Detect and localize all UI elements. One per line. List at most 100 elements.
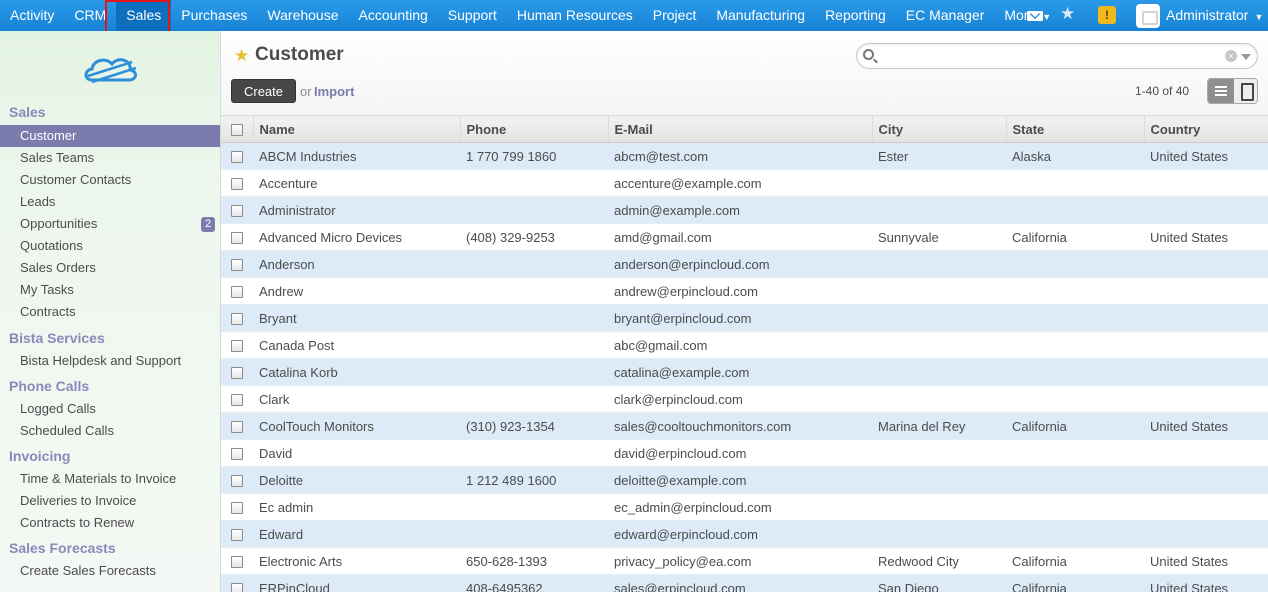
cell-e-mail: accenture@example.com — [608, 169, 872, 197]
table-row[interactable]: Anderson anderson@erpincloud.com — [221, 250, 1268, 278]
cell-city — [872, 520, 1006, 548]
search-options-icon[interactable] — [1241, 54, 1251, 60]
row-checkbox[interactable] — [221, 439, 253, 467]
cell-phone — [460, 493, 608, 521]
table-row[interactable]: David david@erpincloud.com — [221, 439, 1268, 467]
column-header-city[interactable]: City — [872, 115, 1007, 143]
table-row[interactable]: ERPinCloud 408-6495362 sales@erpincloud.co… — [221, 574, 1268, 592]
search-box[interactable]: × — [856, 43, 1258, 69]
search-icon — [863, 49, 874, 60]
sidebar-item-create-sales-forecasts[interactable]: Create Sales Forecasts — [0, 560, 220, 582]
import-link[interactable]: Import — [314, 84, 354, 99]
form-view-icon[interactable] — [1234, 79, 1257, 103]
alert-icon[interactable]: ! — [1098, 6, 1116, 24]
sidebar-item-customer[interactable]: Customer — [0, 125, 220, 147]
sidebar-item-leads[interactable]: Leads — [0, 191, 220, 213]
mail-icon[interactable] — [1027, 11, 1043, 21]
cell-phone — [460, 169, 608, 197]
column-header-e-mail[interactable]: E-Mail — [608, 115, 873, 143]
sidebar-item-logged-calls[interactable]: Logged Calls — [0, 398, 220, 420]
cell-name: Ec admin — [253, 493, 460, 521]
row-checkbox[interactable] — [221, 466, 253, 494]
row-checkbox[interactable] — [221, 574, 253, 592]
cell-country — [1144, 385, 1268, 413]
table-row[interactable]: Andrew andrew@erpincloud.com — [221, 277, 1268, 305]
nav-item-manufacturing[interactable]: Manufacturing — [706, 0, 815, 31]
sidebar-item-my-tasks[interactable]: My Tasks — [0, 279, 220, 301]
sidebar-item-contracts[interactable]: Contracts — [0, 301, 220, 323]
cell-city: Marina del Rey — [872, 412, 1006, 440]
row-checkbox[interactable] — [221, 142, 253, 170]
nav-item-ec-manager[interactable]: EC Manager — [896, 0, 995, 31]
row-checkbox[interactable] — [221, 304, 253, 332]
nav-item-label: Purchases — [181, 7, 248, 23]
sidebar-item-time-and-materials-to-invoice[interactable]: Time & Materials to Invoice — [0, 468, 220, 490]
table-row[interactable]: Bryant bryant@erpincloud.com — [221, 304, 1268, 332]
cell-country — [1144, 250, 1268, 278]
sidebar-section-sales: Sales — [9, 104, 46, 120]
nav-item-support[interactable]: Support — [438, 0, 507, 31]
row-checkbox[interactable] — [221, 493, 253, 521]
avatar[interactable] — [1136, 4, 1160, 28]
sidebar-item-label: Logged Calls — [20, 401, 96, 416]
row-checkbox[interactable] — [221, 547, 253, 575]
row-checkbox[interactable] — [221, 520, 253, 548]
sidebar-item-contracts-to-renew[interactable]: Contracts to Renew — [0, 512, 220, 534]
nav-item-project[interactable]: Project — [643, 0, 707, 31]
row-checkbox[interactable] — [221, 250, 253, 278]
pager[interactable]: 1-40 of 40 — [1135, 84, 1189, 98]
row-checkbox[interactable] — [221, 277, 253, 305]
column-header-phone[interactable]: Phone — [460, 115, 609, 143]
sidebar-item-scheduled-calls[interactable]: Scheduled Calls — [0, 420, 220, 442]
clear-search-icon[interactable]: × — [1225, 50, 1237, 62]
table-row[interactable]: ABCM Industries 1 770 799 1860 abcm@test.c… — [221, 142, 1268, 170]
table-row[interactable]: Deloitte 1 212 489 1600 deloitte@example.c… — [221, 466, 1268, 494]
nav-item-reporting[interactable]: Reporting — [815, 0, 896, 31]
column-header-name[interactable]: Name — [253, 115, 461, 143]
sidebar-item-customer-contacts[interactable]: Customer Contacts — [0, 169, 220, 191]
nav-item-warehouse[interactable]: Warehouse — [257, 0, 348, 31]
row-checkbox[interactable] — [221, 196, 253, 224]
nav-item-human-resources[interactable]: Human Resources — [507, 0, 643, 31]
sidebar-item-label: Deliveries to Invoice — [20, 493, 137, 508]
nav-item-accounting[interactable]: Accounting — [349, 0, 438, 31]
table-row[interactable]: Electronic Arts 650-628-1393 privacy_polic… — [221, 547, 1268, 575]
sidebar-item-sales-teams[interactable]: Sales Teams — [0, 147, 220, 169]
table-row[interactable]: Administrator admin@example.com — [221, 196, 1268, 224]
sidebar-item-label: Contracts — [20, 304, 76, 319]
table-row[interactable]: Clark clark@erpincloud.com — [221, 385, 1268, 413]
sidebar-item-opportunities[interactable]: Opportunities 2 — [0, 213, 220, 235]
table-row[interactable]: Accenture accenture@example.com — [221, 169, 1268, 197]
column-header-country[interactable]: Country — [1144, 115, 1268, 143]
user-menu[interactable]: Administrator ▼ — [1166, 0, 1263, 31]
sidebar-item-sales-orders[interactable]: Sales Orders — [0, 257, 220, 279]
row-checkbox[interactable] — [221, 331, 253, 359]
row-checkbox[interactable] — [221, 223, 253, 251]
table-row[interactable]: Edward edward@erpincloud.com — [221, 520, 1268, 548]
table-row[interactable]: CoolTouch Monitors (310) 923-1354 sales@co… — [221, 412, 1268, 440]
row-checkbox[interactable] — [221, 169, 253, 197]
cell-country — [1144, 466, 1268, 494]
table-row[interactable]: Catalina Korb catalina@example.com — [221, 358, 1268, 386]
table-header: Name Phone E-Mail City State Country — [221, 115, 1268, 143]
row-checkbox[interactable] — [221, 358, 253, 386]
sidebar-item-bista-helpdesk-and-support[interactable]: Bista Helpdesk and Support — [0, 350, 220, 372]
cell-phone — [460, 250, 608, 278]
cell-country — [1144, 439, 1268, 467]
table-row[interactable]: Advanced Micro Devices (408) 329-9253 amd@… — [221, 223, 1268, 251]
column-header-state[interactable]: State — [1006, 115, 1145, 143]
nav-item-purchases[interactable]: Purchases — [171, 0, 257, 31]
create-button[interactable]: Create — [231, 79, 296, 103]
search-input[interactable] — [879, 47, 1219, 65]
table-row[interactable]: Ec admin ec_admin@erpincloud.com — [221, 493, 1268, 521]
nav-item-activity[interactable]: Activity — [0, 0, 64, 31]
sidebar-item-deliveries-to-invoice[interactable]: Deliveries to Invoice — [0, 490, 220, 512]
row-checkbox[interactable] — [221, 385, 253, 413]
row-checkbox[interactable] — [221, 412, 253, 440]
favorite-star-icon[interactable]: ★ — [234, 46, 249, 66]
list-view-icon[interactable] — [1208, 79, 1234, 103]
table-row[interactable]: Canada Post abc@gmail.com — [221, 331, 1268, 359]
cell-city: San Diego — [872, 574, 1006, 592]
sidebar-item-quotations[interactable]: Quotations — [0, 235, 220, 257]
select-all-checkbox[interactable] — [221, 115, 254, 143]
